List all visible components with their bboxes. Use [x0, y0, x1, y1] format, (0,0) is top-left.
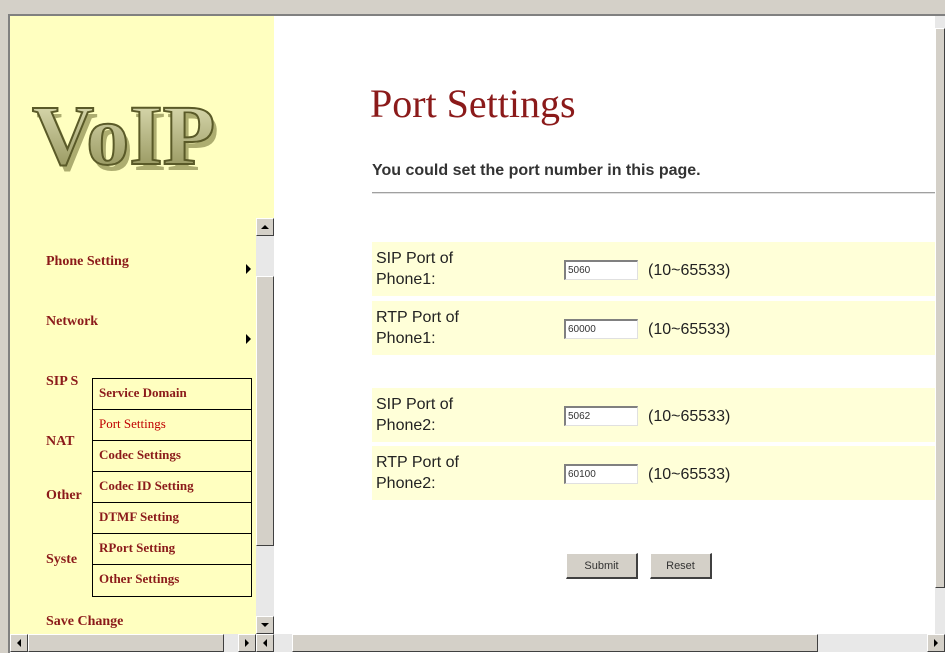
menu-item-save-change[interactable]: Save Change	[46, 614, 123, 630]
submenu-item-rport-setting[interactable]: RPort Setting	[93, 534, 251, 565]
page-title: Port Settings	[370, 81, 576, 126]
scroll-thumb[interactable]	[935, 28, 945, 588]
port-range: (10~65533)	[648, 321, 731, 338]
port-row: RTP Port ofPhone2: (10~65533)	[372, 446, 945, 500]
submenu-item-port-settings[interactable]: Port Settings	[93, 410, 251, 441]
menu-item-other[interactable]: Other	[46, 488, 82, 504]
reset-button[interactable]: Reset	[650, 553, 712, 579]
port-row: RTP Port ofPhone1: (10~65533)	[372, 301, 945, 355]
arrow-right-icon	[934, 639, 938, 647]
scroll-thumb[interactable]	[256, 276, 274, 546]
port-label: SIP Port of Phone1:	[376, 250, 454, 288]
menu-item-system[interactable]: Syste	[46, 552, 77, 568]
scroll-down-button[interactable]	[256, 616, 274, 634]
arrow-left-icon	[17, 639, 21, 647]
submenu-item-other-settings[interactable]: Other Settings	[93, 565, 251, 596]
menu-item-sip-settings[interactable]: SIP S	[46, 374, 78, 390]
menu-item-phone-setting[interactable]: Phone Setting	[46, 254, 129, 270]
sip-port-phone1-input[interactable]	[564, 260, 638, 280]
page-description: You could set the port number in this pa…	[372, 162, 701, 179]
content-frame: Port Settings You could set the port num…	[274, 16, 945, 634]
submit-button[interactable]: Submit	[566, 553, 638, 579]
menu-item-network[interactable]: Network	[46, 314, 98, 330]
divider	[372, 192, 945, 194]
port-label: RTP Port of Phone1:	[376, 309, 459, 347]
scroll-right-button[interactable]	[927, 634, 945, 652]
arrow-right-icon	[245, 639, 249, 647]
content-vertical-scrollbar[interactable]	[935, 16, 945, 634]
sip-port-phone2-input[interactable]	[564, 406, 638, 426]
scroll-left-button[interactable]	[10, 634, 28, 652]
port-range: (10~65533)	[648, 408, 731, 425]
rtp-port-phone1-input[interactable]	[564, 319, 638, 339]
menu-vertical-scrollbar[interactable]	[256, 218, 274, 634]
arrow-up-icon	[261, 225, 269, 229]
scroll-up-button[interactable]	[256, 218, 274, 236]
submenu-item-service-domain[interactable]: Service Domain	[93, 379, 251, 410]
rtp-port-phone2-input[interactable]	[564, 464, 638, 484]
port-range: (10~65533)	[648, 262, 731, 279]
menu-item-nat[interactable]: NAT	[46, 434, 75, 450]
scroll-right-button[interactable]	[238, 634, 256, 652]
scroll-left-button[interactable]	[256, 634, 274, 652]
submenu-arrow-icon	[246, 334, 251, 344]
port-range: (10~65533)	[648, 466, 731, 483]
menu-horizontal-scrollbar[interactable]	[10, 634, 256, 652]
port-row: SIP Port ofPhone2: (10~65533)	[372, 388, 945, 442]
content-horizontal-scrollbar[interactable]	[256, 634, 945, 652]
port-label: RTP Port of Phone2:	[376, 454, 459, 492]
arrow-down-icon	[261, 623, 269, 627]
scroll-thumb[interactable]	[28, 634, 224, 652]
port-row: SIP Port ofPhone1: (10~65533)	[372, 242, 945, 296]
sip-submenu: Service Domain Port Settings Codec Setti…	[92, 378, 252, 597]
submenu-item-dtmf-setting[interactable]: DTMF Setting	[93, 503, 251, 534]
submenu-item-codec-id-setting[interactable]: Codec ID Setting	[93, 472, 251, 503]
arrow-left-icon	[263, 639, 267, 647]
submenu-item-codec-settings[interactable]: Codec Settings	[93, 441, 251, 472]
submenu-arrow-icon	[246, 264, 251, 274]
scroll-thumb[interactable]	[292, 634, 818, 652]
voip-logo: VoIP VoIP	[31, 86, 219, 189]
svg-text:VoIP: VoIP	[32, 87, 215, 183]
port-label: SIP Port of Phone2:	[376, 396, 454, 434]
